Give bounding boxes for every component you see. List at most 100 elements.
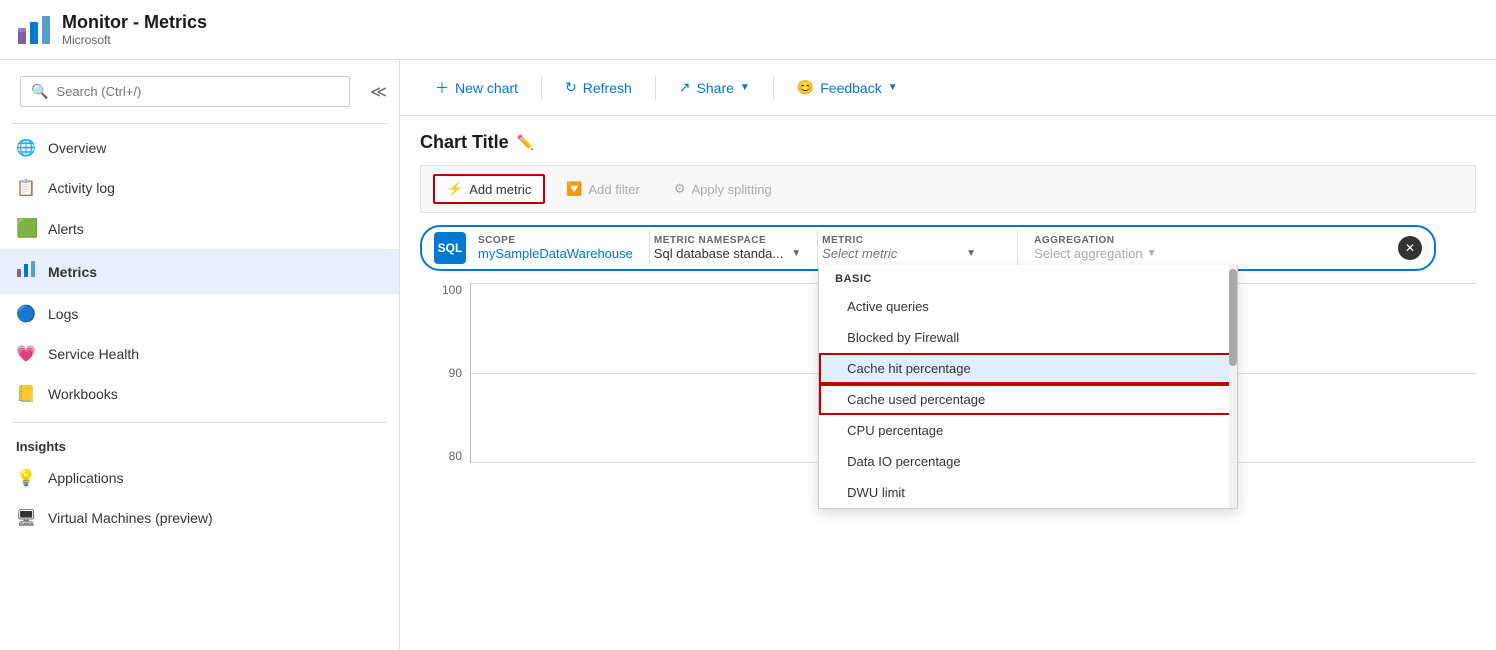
chart-y-axis: 100 90 80 bbox=[420, 283, 470, 463]
namespace-value: Sql database standa... bbox=[654, 246, 783, 261]
sidebar-item-overview[interactable]: 🌐 Overview bbox=[0, 128, 399, 168]
scope-row: SQL SCOPE mySampleDataWarehouse METRIC N… bbox=[420, 225, 1436, 271]
app-logo-icon bbox=[16, 12, 52, 48]
metric-chevron-icon[interactable]: ▼ bbox=[966, 248, 976, 259]
metric-label: METRIC bbox=[822, 235, 1001, 246]
insights-section-label: Insights bbox=[0, 427, 399, 458]
scope-close-button[interactable]: ✕ bbox=[1398, 236, 1422, 260]
feedback-icon: 😊 bbox=[797, 79, 814, 96]
logs-icon: 🔵 bbox=[16, 304, 36, 324]
add-filter-button[interactable]: 🔽 Add filter bbox=[553, 175, 653, 203]
toolbar: ＋ New chart ↻ Refresh ↗ Share ▼ 😊 Feedba… bbox=[400, 60, 1496, 116]
sidebar-item-activity-log[interactable]: 📋 Activity log bbox=[0, 168, 399, 208]
namespace-label: METRIC NAMESPACE bbox=[654, 235, 801, 246]
metric-section: METRIC ▼ BASIC Active queries bbox=[818, 231, 1018, 265]
aggregation-placeholder: Select aggregation bbox=[1034, 246, 1142, 261]
sidebar-item-alerts[interactable]: 🟩 Alerts bbox=[0, 208, 399, 249]
aggregation-chevron-icon[interactable]: ▼ bbox=[1147, 248, 1157, 259]
dropdown-item-dwu-limit[interactable]: DWU limit bbox=[819, 477, 1237, 508]
sidebar-item-label-applications: Applications bbox=[48, 470, 124, 486]
new-chart-icon: ＋ bbox=[435, 78, 449, 98]
metric-input[interactable] bbox=[822, 246, 962, 261]
refresh-label: Refresh bbox=[583, 80, 632, 96]
y-label-100: 100 bbox=[442, 283, 462, 297]
dropdown-item-cache-hit-percentage[interactable]: Cache hit percentage bbox=[819, 353, 1237, 384]
dropdown-section-basic: BASIC bbox=[819, 265, 1237, 291]
sidebar-item-label-overview: Overview bbox=[48, 140, 106, 156]
metrics-icon bbox=[16, 259, 36, 284]
app-title: Monitor - Metrics bbox=[62, 12, 207, 33]
app-logo: Monitor - Metrics Microsoft bbox=[16, 12, 207, 48]
search-input[interactable] bbox=[56, 84, 339, 99]
add-metric-label: Add metric bbox=[469, 182, 531, 197]
add-metric-icon: ⚡ bbox=[447, 181, 463, 197]
share-label: Share bbox=[697, 80, 734, 96]
sidebar-collapse-button[interactable]: ≪ bbox=[366, 78, 391, 106]
sidebar-item-label-workbooks: Workbooks bbox=[48, 386, 118, 402]
chart-title-row: Chart Title ✏️ bbox=[420, 132, 1476, 153]
scope-value[interactable]: mySampleDataWarehouse bbox=[478, 246, 633, 261]
sidebar-search-container: 🔍 bbox=[20, 76, 350, 107]
app-header: Monitor - Metrics Microsoft bbox=[0, 0, 1496, 60]
share-chevron-icon: ▼ bbox=[740, 82, 750, 93]
sidebar-item-logs[interactable]: 🔵 Logs bbox=[0, 294, 399, 334]
sidebar-item-label-activity-log: Activity log bbox=[48, 180, 115, 196]
dropdown-item-cache-used-percentage[interactable]: Cache used percentage bbox=[819, 384, 1237, 415]
toolbar-separator-1 bbox=[541, 76, 542, 100]
sidebar-divider-insights bbox=[12, 422, 387, 423]
applications-icon: 💡 bbox=[16, 468, 36, 488]
feedback-button[interactable]: 😊 Feedback ▼ bbox=[782, 72, 913, 103]
feedback-chevron-icon: ▼ bbox=[888, 82, 898, 93]
chart-area: Chart Title ✏️ ⚡ Add metric 🔽 Add filter… bbox=[400, 116, 1496, 650]
metric-select-row: ▼ bbox=[822, 246, 1001, 261]
scope-label: SCOPE bbox=[478, 235, 633, 246]
chart-edit-icon[interactable]: ✏️ bbox=[517, 134, 534, 151]
new-chart-button[interactable]: ＋ New chart bbox=[420, 71, 533, 105]
sidebar-item-applications[interactable]: 💡 Applications bbox=[0, 458, 399, 498]
virtual-machines-icon: 🖥 bbox=[16, 508, 36, 528]
apply-splitting-label: Apply splitting bbox=[691, 182, 771, 197]
sidebar-item-virtual-machines[interactable]: 🖥 Virtual Machines (preview) bbox=[0, 498, 399, 538]
sidebar-item-service-health[interactable]: 💗 Service Health bbox=[0, 334, 399, 374]
apply-splitting-button[interactable]: ⚙ Apply splitting bbox=[661, 175, 785, 203]
y-label-90: 90 bbox=[449, 366, 462, 380]
refresh-button[interactable]: ↻ Refresh bbox=[550, 72, 647, 103]
apply-splitting-icon: ⚙ bbox=[674, 181, 686, 197]
metric-dropdown: BASIC Active queries Blocked by Firewall… bbox=[818, 265, 1238, 509]
scope-db-icon: SQL bbox=[434, 232, 466, 264]
refresh-icon: ↻ bbox=[565, 79, 577, 96]
sidebar-item-label-alerts: Alerts bbox=[48, 221, 84, 237]
add-filter-icon: 🔽 bbox=[566, 181, 582, 197]
sidebar-item-workbooks[interactable]: 📒 Workbooks bbox=[0, 374, 399, 414]
aggregation-select-row[interactable]: Select aggregation ▼ bbox=[1034, 246, 1382, 261]
chart-title: Chart Title bbox=[420, 132, 509, 153]
alerts-icon: 🟩 bbox=[16, 218, 36, 239]
add-filter-label: Add filter bbox=[589, 182, 640, 197]
dropdown-item-active-queries[interactable]: Active queries bbox=[819, 291, 1237, 322]
feedback-label: Feedback bbox=[820, 80, 881, 96]
toolbar-separator-2 bbox=[655, 76, 656, 100]
aggregation-label: AGGREGATION bbox=[1034, 235, 1382, 246]
sidebar-divider bbox=[12, 123, 387, 124]
aggregation-section: AGGREGATION Select aggregation ▼ bbox=[1018, 231, 1398, 265]
dropdown-item-cpu-percentage[interactable]: CPU percentage bbox=[819, 415, 1237, 446]
dropdown-item-data-io-percentage[interactable]: Data IO percentage bbox=[819, 446, 1237, 477]
namespace-section: METRIC NAMESPACE Sql database standa... … bbox=[650, 231, 818, 265]
content-area: ＋ New chart ↻ Refresh ↗ Share ▼ 😊 Feedba… bbox=[400, 60, 1496, 650]
share-icon: ↗ bbox=[679, 79, 691, 96]
dropdown-scrollbar-track bbox=[1229, 265, 1237, 508]
app-subtitle: Microsoft bbox=[62, 33, 207, 47]
y-label-80: 80 bbox=[449, 449, 462, 463]
sidebar-item-label-logs: Logs bbox=[48, 306, 78, 322]
sidebar: 🔍 ≪ 🌐 Overview 📋 Activity log 🟩 Alerts bbox=[0, 60, 400, 650]
add-metric-button[interactable]: ⚡ Add metric bbox=[433, 174, 545, 204]
main-layout: 🔍 ≪ 🌐 Overview 📋 Activity log 🟩 Alerts bbox=[0, 60, 1496, 650]
namespace-chevron-icon: ▼ bbox=[791, 248, 801, 259]
scope-section: SCOPE mySampleDataWarehouse bbox=[474, 231, 650, 265]
namespace-select[interactable]: Sql database standa... ▼ bbox=[654, 246, 801, 261]
sidebar-item-metrics[interactable]: Metrics bbox=[0, 249, 399, 294]
dropdown-item-blocked-by-firewall[interactable]: Blocked by Firewall bbox=[819, 322, 1237, 353]
overview-icon: 🌐 bbox=[16, 138, 36, 158]
share-button[interactable]: ↗ Share ▼ bbox=[664, 72, 765, 103]
toolbar-separator-3 bbox=[773, 76, 774, 100]
